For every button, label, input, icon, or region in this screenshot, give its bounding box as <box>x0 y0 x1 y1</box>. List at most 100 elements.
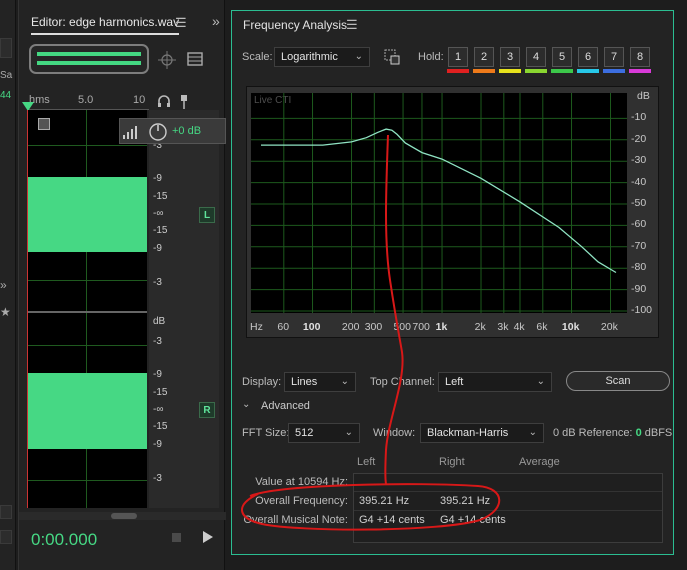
pin-icon[interactable] <box>179 94 189 110</box>
scale-label: -3 <box>153 277 162 288</box>
panel-title[interactable]: Frequency Analysis <box>243 18 347 32</box>
hold-button-3[interactable]: 3 <box>500 47 520 67</box>
dock-control[interactable] <box>0 505 12 519</box>
hold-button-4[interactable]: 4 <box>526 47 546 67</box>
overall-frequency-left: 395.21 Hz <box>359 495 410 507</box>
reference-label-text: 0 dB Reference: <box>553 427 633 439</box>
hold-label: Hold: <box>418 51 444 63</box>
hold-button-6[interactable]: 6 <box>578 47 598 67</box>
scale-dropdown[interactable]: Logarithmic ⌄ <box>274 47 370 67</box>
editor-tab[interactable]: Editor: edge harmonics.wav <box>31 15 180 35</box>
scale-label: -∞ <box>153 404 164 415</box>
y-tick-label: -30 <box>631 154 647 167</box>
dock-text: 44 <box>0 90 12 101</box>
x-tick-label: 1k <box>435 321 448 333</box>
ruler-mark: 10 <box>133 94 146 106</box>
fft-size-dropdown[interactable]: 512 ⌄ <box>288 423 360 443</box>
panel-menu-icon[interactable]: ☰ <box>175 15 187 31</box>
y-tick-label: -10 <box>631 111 647 124</box>
scale-label: -9 <box>153 243 162 254</box>
list-view-icon[interactable] <box>187 51 203 67</box>
hold-color-6 <box>577 69 599 73</box>
headphones-icon[interactable] <box>157 94 171 108</box>
hold-button-1[interactable]: 1 <box>448 47 468 67</box>
x-tick-label: 200 <box>341 321 360 333</box>
row-divider <box>354 491 662 492</box>
display-dropdown[interactable]: Lines ⌄ <box>284 372 356 392</box>
scan-button[interactable]: Scan <box>566 371 670 391</box>
y-tick-label: -70 <box>631 239 647 252</box>
chevron-down-icon: ⌄ <box>354 51 363 62</box>
crosshair-icon[interactable] <box>157 50 177 70</box>
y-tick-label: -40 <box>631 175 647 188</box>
x-tick-label: 4k <box>513 321 525 333</box>
scale-label: -∞ <box>153 208 164 219</box>
dock-control[interactable] <box>0 38 12 58</box>
volume-knob-icon[interactable] <box>148 122 168 142</box>
left-channel-badge[interactable]: L <box>199 207 215 223</box>
scale-label: -9 <box>153 173 162 184</box>
overview-channel <box>37 61 141 65</box>
window-dropdown[interactable]: Blackman-Harris ⌄ <box>420 423 544 443</box>
display-label: Display: <box>242 376 282 388</box>
frequency-analysis-panel: Frequency Analysis ☰ Scale: Logarithmic ⌄… <box>231 10 674 555</box>
stop-icon[interactable] <box>172 533 181 542</box>
graph-canvas <box>251 93 627 313</box>
volume-value: +0 dB <box>172 125 202 137</box>
x-tick-label: 60 <box>277 321 290 333</box>
expand-panel-icon[interactable]: » <box>212 13 220 29</box>
top-channel-label: Top Channel: <box>370 376 435 388</box>
hold-button-8[interactable]: 8 <box>630 47 650 67</box>
top-channel-dropdown[interactable]: Left ⌄ <box>438 372 552 392</box>
x-tick-label: 700 <box>412 321 430 333</box>
fade-handle-icon[interactable] <box>38 118 50 130</box>
frequency-graph-panel: Live CTI dB -10 -20 -30 -40 -50 -60 -70 -80 -90 -1… <box>246 86 659 338</box>
scale-label: -9 <box>153 439 162 450</box>
play-icon[interactable] <box>203 531 213 543</box>
reference-value[interactable]: 0 <box>636 427 642 439</box>
column-header-right: Right <box>439 456 465 468</box>
y-axis-unit: dB <box>637 90 650 102</box>
x-axis-unit: Hz <box>250 321 263 333</box>
waveform-left-channel <box>28 177 147 252</box>
advanced-toggle[interactable]: Advanced <box>261 400 310 412</box>
chevron-down-icon[interactable]: ⌄ <box>242 399 250 410</box>
stats-table <box>353 473 663 543</box>
time-ruler[interactable]: hms 5.0 10 <box>22 92 149 111</box>
row-label: Value at 10594 Hz: <box>255 476 348 488</box>
hold-button-2[interactable]: 2 <box>474 47 494 67</box>
scale-label: -9 <box>153 369 162 380</box>
top-channel-value: Left <box>445 376 464 388</box>
frequency-graph[interactable]: Live CTI <box>251 93 627 313</box>
hold-button-5[interactable]: 5 <box>552 47 572 67</box>
hold-button-7[interactable]: 7 <box>604 47 624 67</box>
star-icon[interactable]: ★ <box>0 305 11 319</box>
right-channel-badge[interactable]: R <box>199 402 215 418</box>
zoom-select-icon[interactable] <box>384 49 400 65</box>
scrollbar-thumb[interactable] <box>111 513 137 519</box>
volume-control[interactable]: +0 dB <box>119 118 226 144</box>
channel-divider <box>28 311 147 313</box>
hold-color-3 <box>499 69 521 73</box>
panel-menu-icon[interactable]: ☰ <box>346 17 358 33</box>
left-dock-strip: Sa 44 » ★ <box>0 0 16 570</box>
scale-label: -15 <box>153 225 168 236</box>
scale-label: -15 <box>153 421 168 432</box>
chevron-down-icon: ⌄ <box>536 376 545 387</box>
overall-frequency-right: 395.21 Hz <box>440 495 491 507</box>
x-tick-label: 20k <box>600 321 618 333</box>
waveform-overview[interactable] <box>29 44 149 74</box>
x-tick-label: 500 <box>393 321 411 333</box>
horizontal-scrollbar[interactable] <box>19 512 226 520</box>
scale-label: -15 <box>153 191 168 202</box>
musical-note-right: G4 +14 cents <box>440 514 506 526</box>
x-tick-label: 300 <box>364 321 383 333</box>
hold-color-2 <box>473 69 495 73</box>
waveform-display[interactable] <box>27 110 147 508</box>
fft-size-label: FFT Size: <box>242 427 290 439</box>
expand-chevron-icon[interactable]: » <box>0 278 7 292</box>
y-tick-label: -50 <box>631 197 647 209</box>
row-divider <box>354 510 662 511</box>
dock-control[interactable] <box>0 530 12 544</box>
grid-line <box>28 280 147 281</box>
